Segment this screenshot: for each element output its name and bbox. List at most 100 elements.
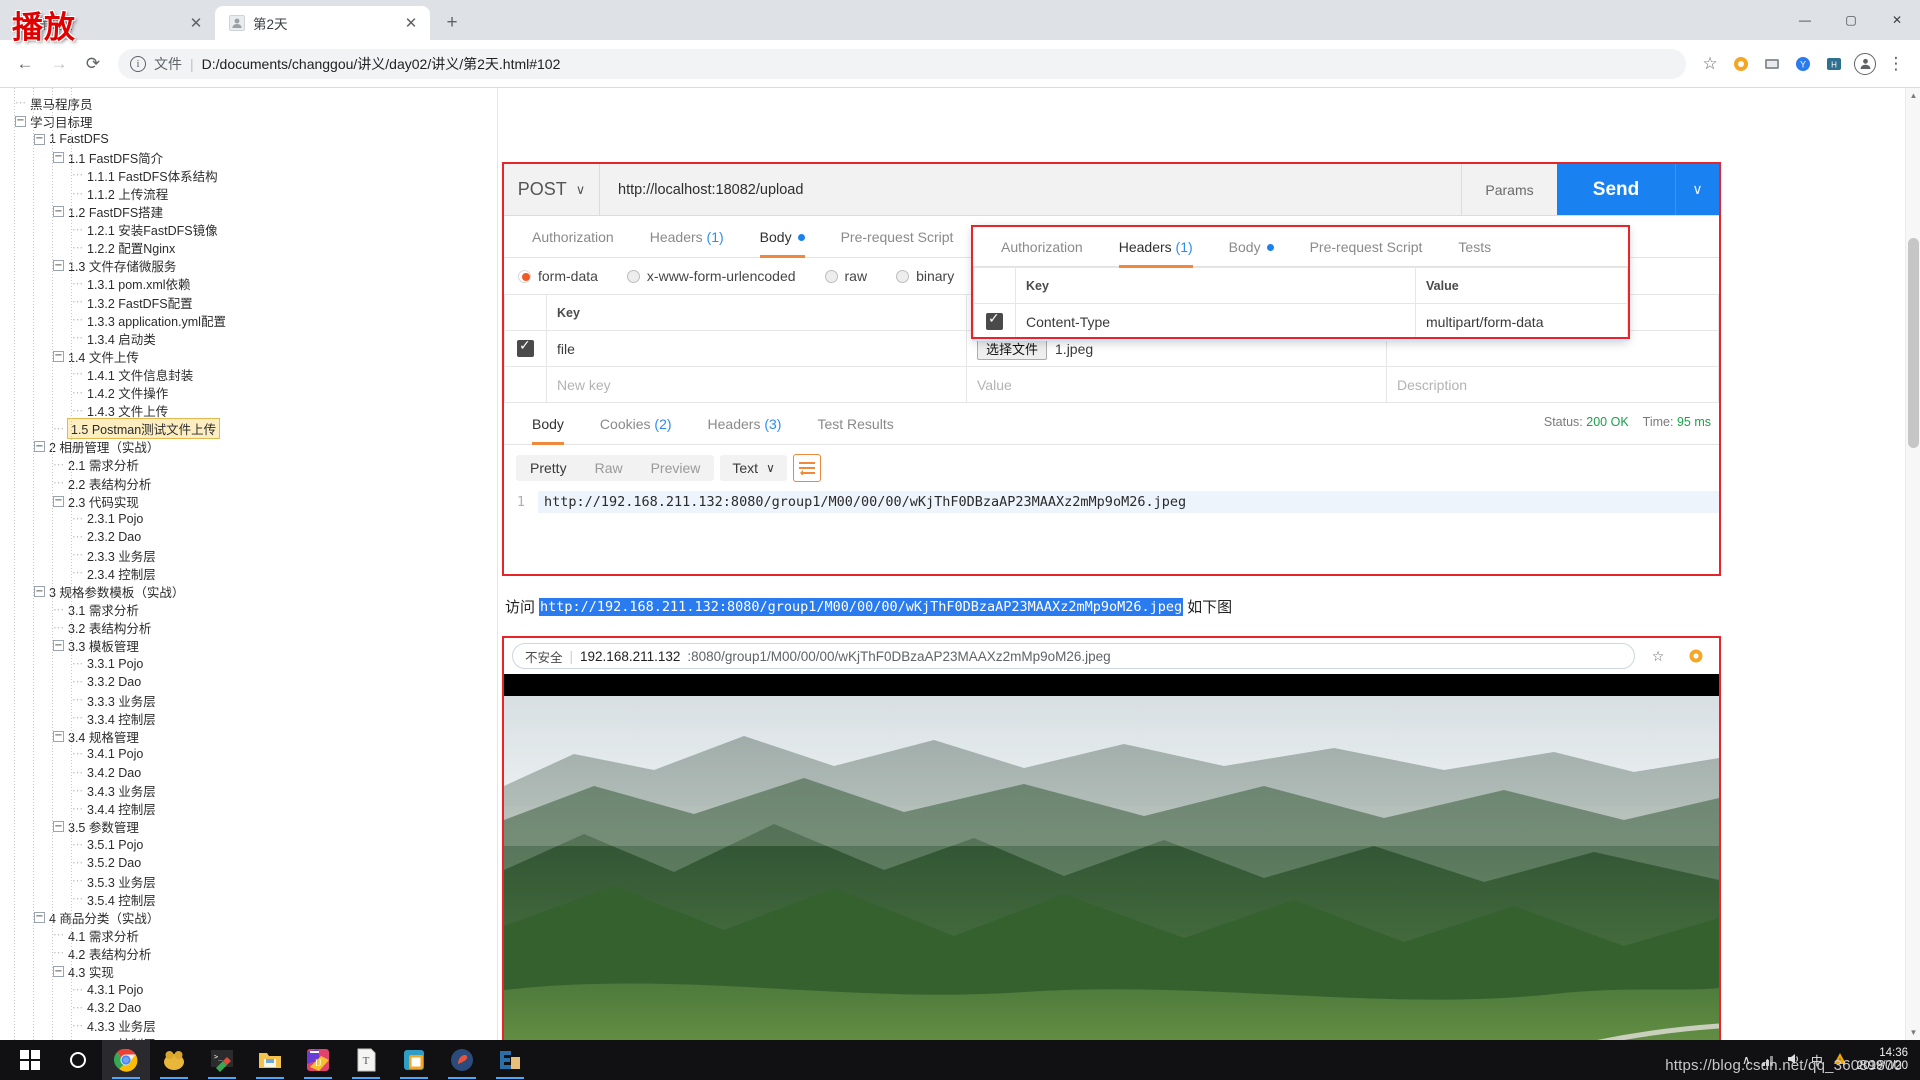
toc-item[interactable]: ⋯ 2.3.3 业务层 [6,546,497,564]
window-close-button[interactable]: ✕ [1874,0,1920,40]
toc-item[interactable]: ⋯ 4.1 需求分析 [6,926,497,944]
toc-item[interactable]: ⋯ 3.4.3 业务层 [6,782,497,800]
extension-orange-icon[interactable] [1727,50,1755,78]
toc-item[interactable]: ⋯ 1.3.2 FastDFS配置 [6,293,497,311]
toc-item[interactable]: ⋯ 2.3.1 Pojo [6,510,497,528]
toc-item[interactable]: ⋯ 3.3.1 Pojo [6,655,497,673]
reload-icon[interactable]: ⟳ [78,49,108,79]
new-description-input[interactable]: Description [1386,366,1719,403]
view-mode-button[interactable]: Raw [581,455,637,481]
row-checkbox-cell[interactable] [504,330,547,367]
radio-button[interactable] [824,269,838,283]
toc-item[interactable]: −2.3 代码实现 [6,492,497,510]
response-tab[interactable]: Test Results [799,403,911,445]
toc-item[interactable]: ⋯ 3.4.2 Dao [6,763,497,781]
view-mode-button[interactable]: Pretty [516,455,581,481]
toc-item[interactable]: −1.1 FastDFS简介 [6,148,497,166]
toc-item[interactable]: ⋯ 1.2.1 安装FastDFS镜像 [6,221,497,239]
send-options-chevron-icon[interactable]: ∨ [1675,164,1719,215]
toc-item[interactable]: ⋯ 2.3.2 Dao [6,528,497,546]
cortana-search-button[interactable] [54,1040,102,1080]
wrap-lines-icon[interactable] [792,454,821,482]
extension-teal-icon[interactable]: H [1820,50,1848,78]
tree-collapse-icon[interactable]: − [34,133,45,145]
tree-collapse-icon[interactable]: − [53,821,64,833]
body-type-option[interactable]: raw [824,268,867,284]
http-method-select[interactable]: POST ∨ [504,164,600,215]
toc-item[interactable]: ⋯ 4.3.2 Dao [6,999,497,1017]
browser-menu-icon[interactable]: ⋮ [1882,50,1910,78]
toc-item[interactable]: −3 规格参数模板（实战） [6,583,497,601]
toc-item[interactable]: ⋯ 4.3.3 业务层 [6,1017,497,1035]
embedded-address-bar[interactable]: 不安全 | 192.168.211.132:8080/group1/M00/00… [512,643,1635,669]
tree-collapse-icon[interactable]: − [53,730,64,742]
radio-button[interactable] [518,269,531,283]
taskbar-navicat-icon[interactable] [150,1040,198,1080]
response-tab[interactable]: Body [514,403,582,445]
toc-item[interactable]: −2 相册管理（实战） [6,438,497,456]
avatar[interactable] [1851,50,1879,78]
scroll-up-icon[interactable]: ▲ [1906,88,1920,103]
tree-collapse-icon[interactable]: − [53,260,64,272]
row-key[interactable]: file [546,330,967,367]
toc-item[interactable]: −4.3 实现 [6,963,497,981]
toc-item[interactable]: ⋯ 黑马程序员 [6,94,497,112]
extension-gray-icon[interactable] [1758,50,1786,78]
radio-button[interactable] [896,269,910,283]
page-info-icon[interactable]: i [130,55,146,72]
new-tab-button[interactable]: + [438,9,466,37]
taskbar-postman-icon[interactable] [438,1040,486,1080]
minimize-button[interactable]: — [1782,0,1828,40]
close-icon[interactable]: ✕ [402,14,420,32]
taskbar-explorer-icon[interactable] [246,1040,294,1080]
taskbar-intellij-idea-icon[interactable]: IJ [294,1040,342,1080]
extension-blue-icon[interactable]: Y [1789,50,1817,78]
tree-collapse-icon[interactable]: − [53,640,64,652]
tree-collapse-icon[interactable]: − [53,151,64,163]
tree-collapse-icon[interactable]: − [34,911,45,923]
body-type-option[interactable]: binary [896,268,954,284]
response-body-text[interactable]: http://192.168.211.132:8080/group1/M00/0… [538,491,1719,513]
embedded-extension-orange-icon[interactable] [1681,641,1711,671]
request-tab[interactable]: Body [742,216,823,258]
request-tab[interactable]: Pre-request Script [1292,226,1441,268]
request-tab[interactable]: Authorization [514,216,632,258]
response-tab[interactable]: Cookies (2) [582,403,690,445]
response-tab[interactable]: Headers (3) [690,403,800,445]
toc-item[interactable]: ⋯ 3.3.3 业务层 [6,691,497,709]
toc-item[interactable]: ⋯ 3.1 需求分析 [6,601,497,619]
start-button[interactable] [6,1040,54,1080]
toc-item[interactable]: −1.3 文件存储微服务 [6,257,497,275]
new-value-input[interactable]: Value [966,366,1387,403]
request-tab[interactable]: Headers (1) [1101,226,1211,268]
toc-item[interactable]: ⋯ 4.3.1 Pojo [6,981,497,999]
toc-item[interactable]: −3.4 规格管理 [6,727,497,745]
choose-file-button[interactable]: 选择文件 [977,337,1048,360]
toc-item[interactable]: ⋯ 3.4.1 Pojo [6,745,497,763]
toc-item[interactable]: −1.2 FastDFS搭建 [6,203,497,221]
visit-url[interactable]: http://192.168.211.132:8080/group1/M00/0… [539,597,1184,616]
scrollbar-thumb[interactable] [1908,238,1919,448]
body-type-option[interactable]: form-data [518,268,598,284]
taskbar-editplus-icon[interactable] [486,1040,534,1080]
forward-icon[interactable]: → [44,49,74,79]
request-tab[interactable]: Pre-request Script [823,216,972,258]
toc-item[interactable]: ⋯ 1.1.1 FastDFS体系结构 [6,166,497,184]
request-tab[interactable]: Authorization [983,226,1101,268]
toc-item[interactable]: ⋯ 3.5.3 业务层 [6,872,497,890]
toc-item[interactable]: ⋯ 4.2 表结构分析 [6,944,497,962]
toc-item[interactable]: ⋯ 1.4.1 文件信息封装 [6,365,497,383]
toc-item[interactable]: −3.3 模板管理 [6,637,497,655]
toc-sidebar[interactable]: ⋯ 黑马程序员 − 学习目标理 −1 FastDFS −1.1 FastDFS简介 ⋯ 1.1… [0,88,498,1040]
params-button[interactable]: Params [1461,164,1557,215]
taskbar-chrome-icon[interactable] [102,1040,150,1080]
body-type-option[interactable]: x-www-form-urlencoded [626,268,796,284]
request-url-input[interactable]: http://localhost:18082/upload [600,164,1461,215]
toc-item[interactable]: −1.4 文件上传 [6,347,497,365]
toc-item[interactable]: ⋯ 2.2 表结构分析 [6,474,497,492]
toc-item[interactable]: ⋯ 3.5.1 Pojo [6,836,497,854]
scroll-down-icon[interactable]: ▼ [1906,1025,1920,1040]
toc-item[interactable]: ⋯ 2.3.4 控制层 [6,564,497,582]
request-tab[interactable]: Body [1211,226,1292,268]
toc-item[interactable]: ⋯ 1.3.3 application.yml配置 [6,311,497,329]
